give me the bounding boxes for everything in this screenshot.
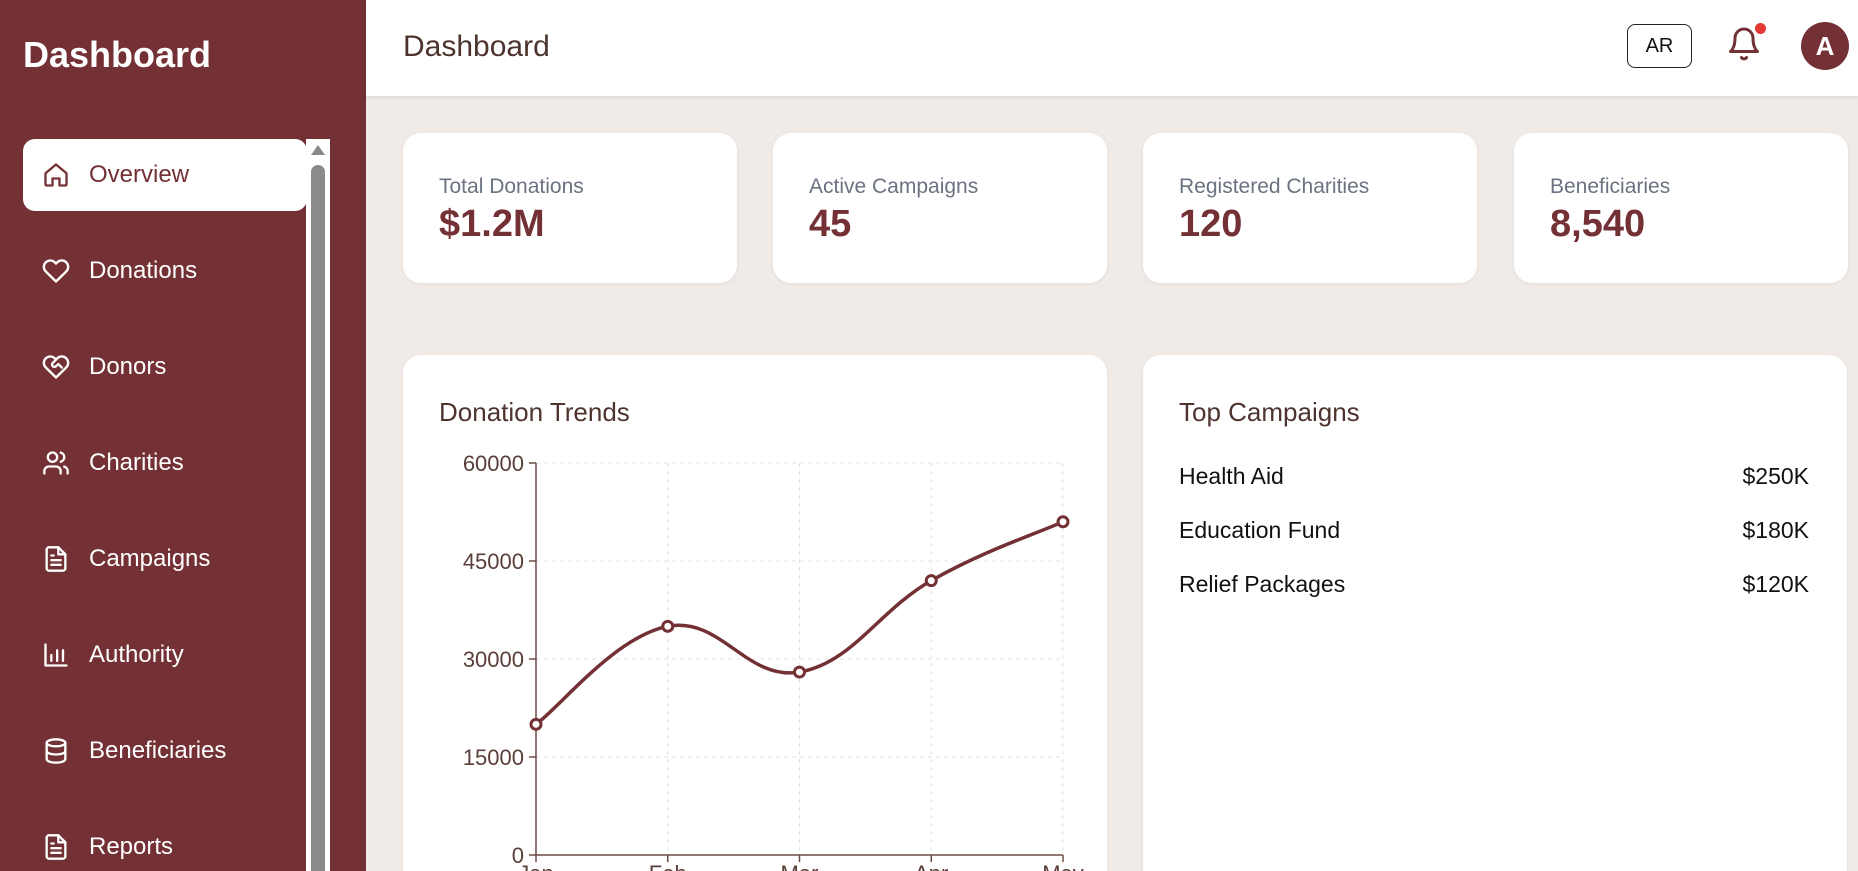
stat-label: Total Donations <box>439 175 584 198</box>
campaign-name: Education Fund <box>1179 517 1341 543</box>
stat-card-registered-charities: Registered Charities 120 <box>1143 133 1477 283</box>
sidebar-item-beneficiaries[interactable]: Beneficiaries <box>23 715 307 787</box>
y-tick-label: 30000 <box>463 647 524 672</box>
x-tick-label: Mar <box>781 861 819 871</box>
campaign-amount: $180K <box>1742 517 1809 543</box>
database-icon <box>41 736 71 766</box>
language-toggle-button[interactable]: AR <box>1627 24 1692 68</box>
campaign-row[interactable]: Relief Packages $120K <box>1179 571 1809 598</box>
sidebar-item-authority[interactable]: Authority <box>23 619 307 691</box>
sidebar-item-donations[interactable]: Donations <box>23 235 307 307</box>
sidebar-item-label: Donors <box>89 353 167 380</box>
data-point <box>661 619 675 633</box>
campaign-amount: $250K <box>1742 463 1809 489</box>
x-tick-label: Feb <box>649 861 687 871</box>
sidebar-item-reports[interactable]: Reports <box>23 811 307 871</box>
sidebar-item-campaigns[interactable]: Campaigns <box>23 523 307 595</box>
campaign-row[interactable]: Education Fund $180K <box>1179 517 1809 544</box>
stat-value: 120 <box>1179 203 1243 245</box>
file-text-icon <box>41 832 71 862</box>
sidebar-item-charities[interactable]: Charities <box>23 427 307 499</box>
sidebar-item-label: Campaigns <box>89 545 211 572</box>
stat-value: 45 <box>809 203 852 245</box>
sidebar-brand: Dashboard <box>23 34 212 75</box>
sidebar: Dashboard Overview Donations Donors Char… <box>0 0 366 871</box>
stat-label: Registered Charities <box>1179 175 1370 198</box>
sidebar-item-label: Reports <box>89 833 174 860</box>
scroll-thumb[interactable] <box>311 165 325 871</box>
bar-chart-icon <box>41 640 71 670</box>
campaign-name: Relief Packages <box>1179 571 1346 597</box>
x-tick-label: Jan <box>518 861 553 871</box>
donation-trends-panel: Donation Trends 015000300004500060000Jan… <box>403 355 1107 871</box>
stat-label: Active Campaigns <box>809 175 979 198</box>
data-point <box>529 717 543 731</box>
users-icon <box>41 448 71 478</box>
stat-card-active-campaigns: Active Campaigns 45 <box>773 133 1107 283</box>
donation-trends-chart: 015000300004500060000JanFebMarAprMay <box>463 451 1084 871</box>
x-tick-label: May <box>1042 861 1084 871</box>
panel-title: Top Campaigns <box>1179 397 1360 427</box>
file-text-icon <box>41 544 71 574</box>
top-campaigns-panel: Top Campaigns Health Aid $250K Education… <box>1143 355 1847 871</box>
data-point <box>1056 515 1070 529</box>
stat-card-total-donations: Total Donations $1.2M <box>403 133 737 283</box>
campaign-name: Health Aid <box>1179 463 1284 489</box>
stat-card-beneficiaries: Beneficiaries 8,540 <box>1514 133 1848 283</box>
page-title: Dashboard <box>403 30 550 63</box>
stat-value: 8,540 <box>1550 203 1646 245</box>
sidebar-nav: Overview Donations Donors Charities Camp… <box>23 139 307 871</box>
scroll-up-arrow-icon[interactable] <box>311 145 325 155</box>
sidebar-item-donors[interactable]: Donors <box>23 331 307 403</box>
y-tick-label: 60000 <box>463 451 524 476</box>
sidebar-item-overview[interactable]: Overview <box>23 139 307 211</box>
sidebar-item-label: Donations <box>89 257 198 284</box>
sidebar-item-label: Overview <box>89 161 190 188</box>
home-icon <box>41 160 71 190</box>
campaign-amount: $120K <box>1742 571 1809 597</box>
top-header: Dashboard AR A <box>366 0 1858 96</box>
heart-icon <box>41 256 71 286</box>
notification-badge <box>1755 23 1766 34</box>
campaign-row[interactable]: Health Aid $250K <box>1179 463 1809 490</box>
sidebar-item-label: Charities <box>89 449 184 476</box>
sidebar-item-label: Authority <box>89 641 184 668</box>
handshake-heart-icon <box>41 352 71 382</box>
stat-label: Beneficiaries <box>1550 175 1671 198</box>
stat-value: $1.2M <box>439 203 545 245</box>
data-point <box>924 574 938 588</box>
data-point <box>793 665 806 679</box>
avatar[interactable]: A <box>1801 22 1849 70</box>
y-tick-label: 15000 <box>463 745 524 770</box>
x-tick-label: Apr <box>914 861 948 871</box>
sidebar-scrollbar[interactable] <box>306 139 330 871</box>
y-tick-label: 45000 <box>463 549 524 574</box>
sidebar-item-label: Beneficiaries <box>89 737 227 764</box>
